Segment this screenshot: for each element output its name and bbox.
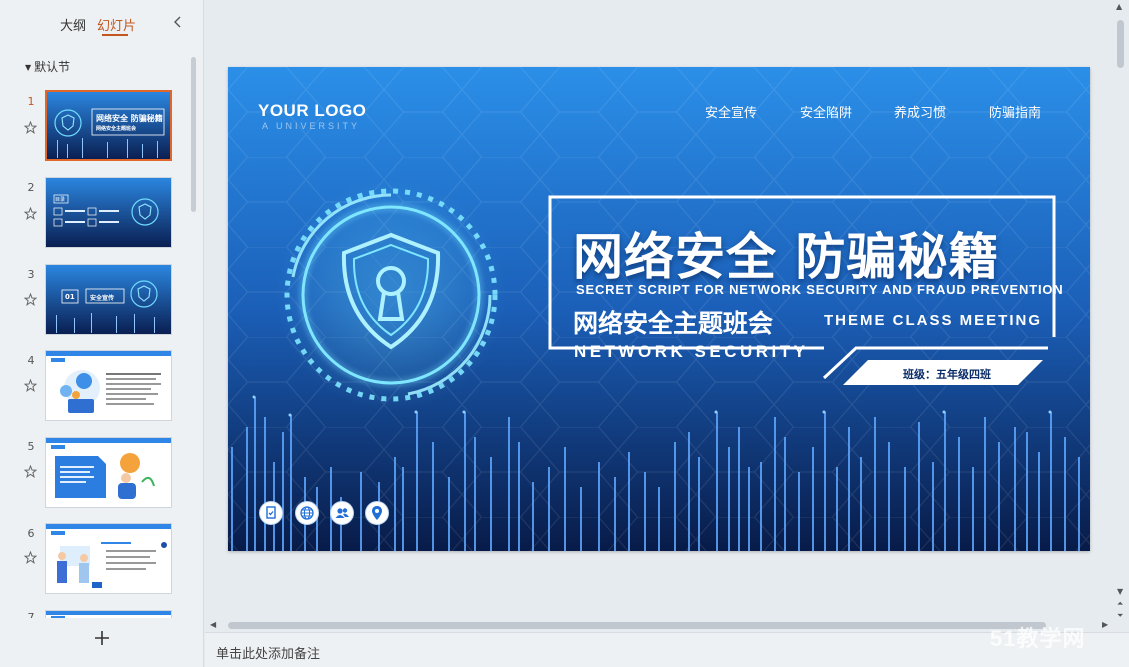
globe-icon bbox=[295, 501, 319, 525]
star-icon[interactable] bbox=[24, 379, 37, 392]
star-icon[interactable] bbox=[24, 121, 37, 134]
shield-emblem bbox=[276, 180, 506, 410]
scroll-down-icon[interactable]: ▼ bbox=[1117, 587, 1123, 596]
slide-subtitle: 网络安全主题班会 bbox=[573, 309, 774, 338]
nav-item-good-habits[interactable]: 养成习惯 bbox=[894, 102, 946, 121]
slide-thumbnail-1[interactable]: 网络安全 防骗秘籍 网络安全主题班会 bbox=[45, 90, 172, 161]
slide-number: 6 bbox=[27, 527, 35, 540]
watermark: 51教学网 bbox=[990, 626, 1086, 651]
plus-icon bbox=[95, 631, 109, 645]
tab-slides[interactable]: 幻灯片 bbox=[97, 15, 136, 34]
checklist-icon bbox=[259, 501, 283, 525]
thumbnail-title: 网络安全 防骗秘籍 bbox=[96, 114, 163, 123]
slide-thumbnail-7[interactable] bbox=[45, 610, 172, 618]
star-icon[interactable] bbox=[24, 465, 37, 478]
logo: YOUR LOGO bbox=[258, 101, 367, 120]
scroll-right-icon[interactable]: ▶ bbox=[1102, 620, 1108, 629]
slide-subtitle-english: THEME CLASS MEETING bbox=[824, 312, 1043, 329]
logo-subtitle: A UNIVERSITY bbox=[262, 121, 361, 131]
nav-item-safety-promotion[interactable]: 安全宣传 bbox=[705, 102, 757, 121]
vertical-scrollbar[interactable] bbox=[1117, 20, 1124, 68]
class-label: 班级：五年级四班 bbox=[903, 368, 991, 381]
slide-number: 4 bbox=[27, 354, 35, 367]
slide-number: 7 bbox=[26, 612, 36, 618]
star-icon[interactable] bbox=[24, 207, 37, 220]
horizontal-scrollbar[interactable] bbox=[228, 622, 1046, 629]
add-slide-button[interactable] bbox=[90, 626, 114, 650]
notes-placeholder[interactable]: 单击此处添加备注 bbox=[216, 643, 320, 662]
thumbnail-preview bbox=[46, 178, 171, 247]
chevron-left-icon bbox=[174, 16, 181, 28]
thumbnail-badge: 01 bbox=[65, 293, 75, 301]
users-icon bbox=[330, 501, 354, 525]
slide-canvas[interactable]: YOUR LOGO A UNIVERSITY 安全宣传 安全陷阱 养成习惯 防骗… bbox=[228, 67, 1090, 551]
thumbnail-title: 安全宣传 bbox=[90, 295, 115, 302]
thumbnail-scrollbar[interactable] bbox=[191, 57, 196, 212]
thumbnail-title: 目录 bbox=[55, 197, 66, 203]
slide-number: 1 bbox=[27, 95, 35, 108]
star-icon[interactable] bbox=[24, 293, 37, 306]
section-header[interactable]: ▼ 默认节 bbox=[25, 58, 70, 75]
slides-panel: 大纲 幻灯片 ▼ 默认节 1 网络安全 防骗秘籍 网络安全主题班会 2 目录 3… bbox=[0, 0, 204, 667]
star-icon[interactable] bbox=[24, 551, 37, 564]
slide-number: 2 bbox=[27, 181, 35, 194]
collapse-panel-button[interactable] bbox=[170, 14, 186, 30]
next-slide-icon[interactable]: ⏷ bbox=[1117, 611, 1123, 621]
slide-title-english: SECRET SCRIPT FOR NETWORK SECURITY AND F… bbox=[576, 282, 1064, 297]
thumbnail-preview bbox=[46, 611, 171, 618]
previous-slide-icon[interactable]: ⏶ bbox=[1117, 599, 1123, 609]
location-pin-icon bbox=[365, 501, 389, 525]
network-security-label: NETWORK SECURITY bbox=[574, 342, 809, 361]
slide-thumbnail-3[interactable]: 01 安全宣传 bbox=[45, 264, 172, 335]
scroll-left-icon[interactable]: ◀ bbox=[210, 620, 216, 629]
slide-title: 网络安全 防骗秘籍 bbox=[573, 228, 1000, 286]
slide-thumbnail-5[interactable] bbox=[45, 437, 172, 508]
editor-canvas: YOUR LOGO A UNIVERSITY 安全宣传 安全陷阱 养成习惯 防骗… bbox=[205, 0, 1129, 632]
slide-thumbnail-4[interactable] bbox=[45, 350, 172, 421]
slide-thumbnail-2[interactable]: 目录 bbox=[45, 177, 172, 248]
nav-item-safety-traps[interactable]: 安全陷阱 bbox=[800, 102, 852, 121]
thumbnail-preview bbox=[46, 351, 171, 420]
triangle-down-icon: ▼ bbox=[25, 63, 32, 72]
thumbnail-subtitle: 网络安全主题班会 bbox=[96, 126, 137, 132]
thumbnail-preview bbox=[46, 438, 171, 507]
slide-number: 5 bbox=[27, 440, 35, 453]
slide-number: 3 bbox=[27, 268, 35, 281]
scroll-up-icon[interactable]: ▲ bbox=[1116, 2, 1122, 11]
nav-item-anti-fraud-guide[interactable]: 防骗指南 bbox=[989, 102, 1041, 121]
tab-outline[interactable]: 大纲 bbox=[60, 15, 86, 34]
thumbnail-preview bbox=[46, 524, 171, 593]
section-name: 默认节 bbox=[34, 60, 71, 74]
slide-thumbnail-6[interactable] bbox=[45, 523, 172, 594]
active-tab-underline bbox=[102, 34, 128, 36]
